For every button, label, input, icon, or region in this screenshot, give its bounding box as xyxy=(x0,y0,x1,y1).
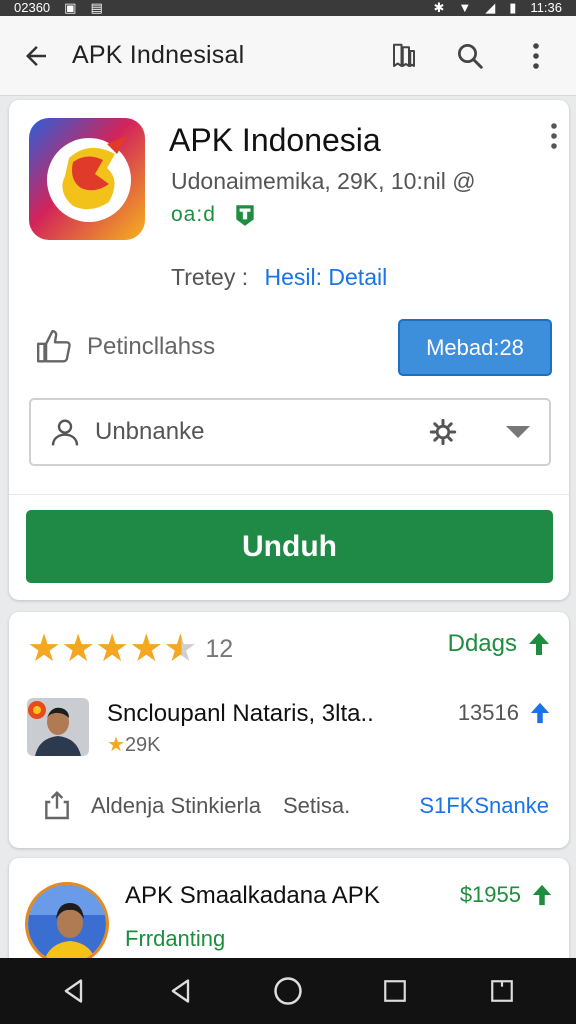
gear-icon[interactable] xyxy=(429,418,457,446)
badge-text: oa:d xyxy=(171,203,216,226)
share-icon[interactable] xyxy=(41,790,73,822)
notification-icon: ▤ xyxy=(90,0,103,15)
back-button[interactable] xyxy=(0,16,72,96)
page-title: APK Indnesisal xyxy=(72,41,245,69)
user-select[interactable]: Unbnanke xyxy=(29,398,551,466)
clock: 11:36 xyxy=(530,0,562,15)
share-row: Aldenja Stinkierla Setisa. S1FKSnanke xyxy=(41,788,549,824)
share-text-1: Aldenja Stinkierla xyxy=(91,793,261,818)
reviewer-rating: ★29K xyxy=(107,732,161,757)
rating-count: 12 xyxy=(205,634,234,663)
nav-back-icon xyxy=(64,979,82,1003)
category-link[interactable]: Hesil: Detail xyxy=(265,264,388,290)
nav-menu-button[interactable] xyxy=(474,963,530,1019)
nav-home-icon xyxy=(274,977,302,1005)
nav-recents-button[interactable] xyxy=(367,963,423,1019)
nav-back-icon xyxy=(171,979,189,1003)
related-app-subtitle: Frrdanting xyxy=(125,926,226,951)
category-label: Tretey : xyxy=(171,264,249,290)
star-rating: ★ ★ ★ ★ ★ xyxy=(27,630,197,668)
status-left-text: 02360 xyxy=(14,0,51,15)
back-arrow-icon xyxy=(26,45,46,66)
avatar xyxy=(27,698,89,756)
nav-recents-icon xyxy=(384,980,406,1002)
nav-back-button[interactable] xyxy=(46,963,102,1019)
reviewer-rating-text: 29K xyxy=(124,734,161,756)
bookmark-icon xyxy=(393,43,415,67)
rating-row: ★ ★ ★ ★ ★ 12 xyxy=(27,630,233,668)
related-app-card[interactable]: APK Smaalkadana APK Frrdanting $1955 xyxy=(9,858,569,968)
bluetooth-icon: ✱ xyxy=(433,0,445,15)
app-bar: APK Indnesisal xyxy=(0,16,576,96)
wifi-icon: ▼ xyxy=(458,0,472,15)
avatar xyxy=(25,882,109,966)
user-select-label: Unbnanke xyxy=(95,418,205,445)
status-link[interactable]: Ddags xyxy=(448,630,551,658)
divider xyxy=(9,494,569,495)
review-count-text: 13516 xyxy=(457,700,519,725)
nav-back-button-2[interactable] xyxy=(153,963,209,1019)
star-icon: ★ xyxy=(27,628,62,670)
arrow-up-icon xyxy=(532,884,552,906)
share-text-2: Setisa. xyxy=(282,793,351,818)
app-more-button[interactable] xyxy=(549,122,559,155)
arrow-up-icon xyxy=(529,633,549,655)
half-star-icon: ★ xyxy=(163,628,198,670)
star-icon: ★ xyxy=(129,628,164,670)
bookmark-button[interactable] xyxy=(380,32,428,80)
status-label: Ddags xyxy=(447,630,517,657)
nav-square-icon xyxy=(491,980,514,1002)
arrow-up-icon xyxy=(530,702,550,724)
like-button[interactable]: Petincllahss xyxy=(35,328,215,366)
image-icon: ▣ xyxy=(64,0,77,15)
related-app-price-text: $1955 xyxy=(459,882,521,907)
star-icon: ★ xyxy=(95,628,130,670)
search-button[interactable] xyxy=(446,32,494,80)
review-count: 13516 xyxy=(458,700,551,726)
status-bar: 02360 ▣ ▤ ✱ ▼ ◢ ▮ 11:36 xyxy=(0,0,576,16)
battery-icon: ▮ xyxy=(509,0,517,15)
version-button[interactable]: Mebad:28 xyxy=(398,319,552,376)
share-link[interactable]: S1FKSnanke xyxy=(419,793,549,819)
more-vert-icon xyxy=(533,42,539,69)
nav-home-button[interactable] xyxy=(260,963,316,1019)
chevron-down-icon[interactable] xyxy=(505,424,531,440)
signal-icon: ◢ xyxy=(485,0,496,15)
search-icon xyxy=(458,43,483,69)
user-icon xyxy=(51,419,79,446)
reviews-card: ★ ★ ★ ★ ★ 12 Ddags Sncloupanl Nataris, 3… xyxy=(9,612,569,848)
badge-row: oa:d xyxy=(171,202,258,228)
more-vert-icon xyxy=(551,123,557,149)
review-item[interactable]: Sncloupanl Nataris, 3lta.. ★29K 13516 xyxy=(27,698,551,758)
app-meta: Udonaimemika, 29K, 10:nil @ xyxy=(171,168,476,194)
star-icon: ★ xyxy=(107,734,125,756)
app-name: APK Indonesia xyxy=(169,122,381,158)
install-button[interactable]: Unduh xyxy=(26,510,553,583)
related-app-price: $1955 xyxy=(460,882,553,908)
star-icon: ★ xyxy=(61,628,96,670)
app-detail-card: APK Indonesia Udonaimemika, 29K, 10:nil … xyxy=(9,100,569,600)
like-label: Petincllahss xyxy=(87,333,216,360)
thumbs-up-icon xyxy=(36,329,71,363)
reviewer-name: Sncloupanl Nataris, 3lta.. xyxy=(107,700,374,727)
app-logo xyxy=(29,118,145,240)
verified-icon xyxy=(236,205,254,226)
overflow-menu-button[interactable] xyxy=(512,32,560,80)
system-nav-bar xyxy=(0,958,576,1024)
related-app-title: APK Smaalkadana APK xyxy=(125,882,380,909)
category-row: Tretey : Hesil: Detail xyxy=(171,264,387,291)
